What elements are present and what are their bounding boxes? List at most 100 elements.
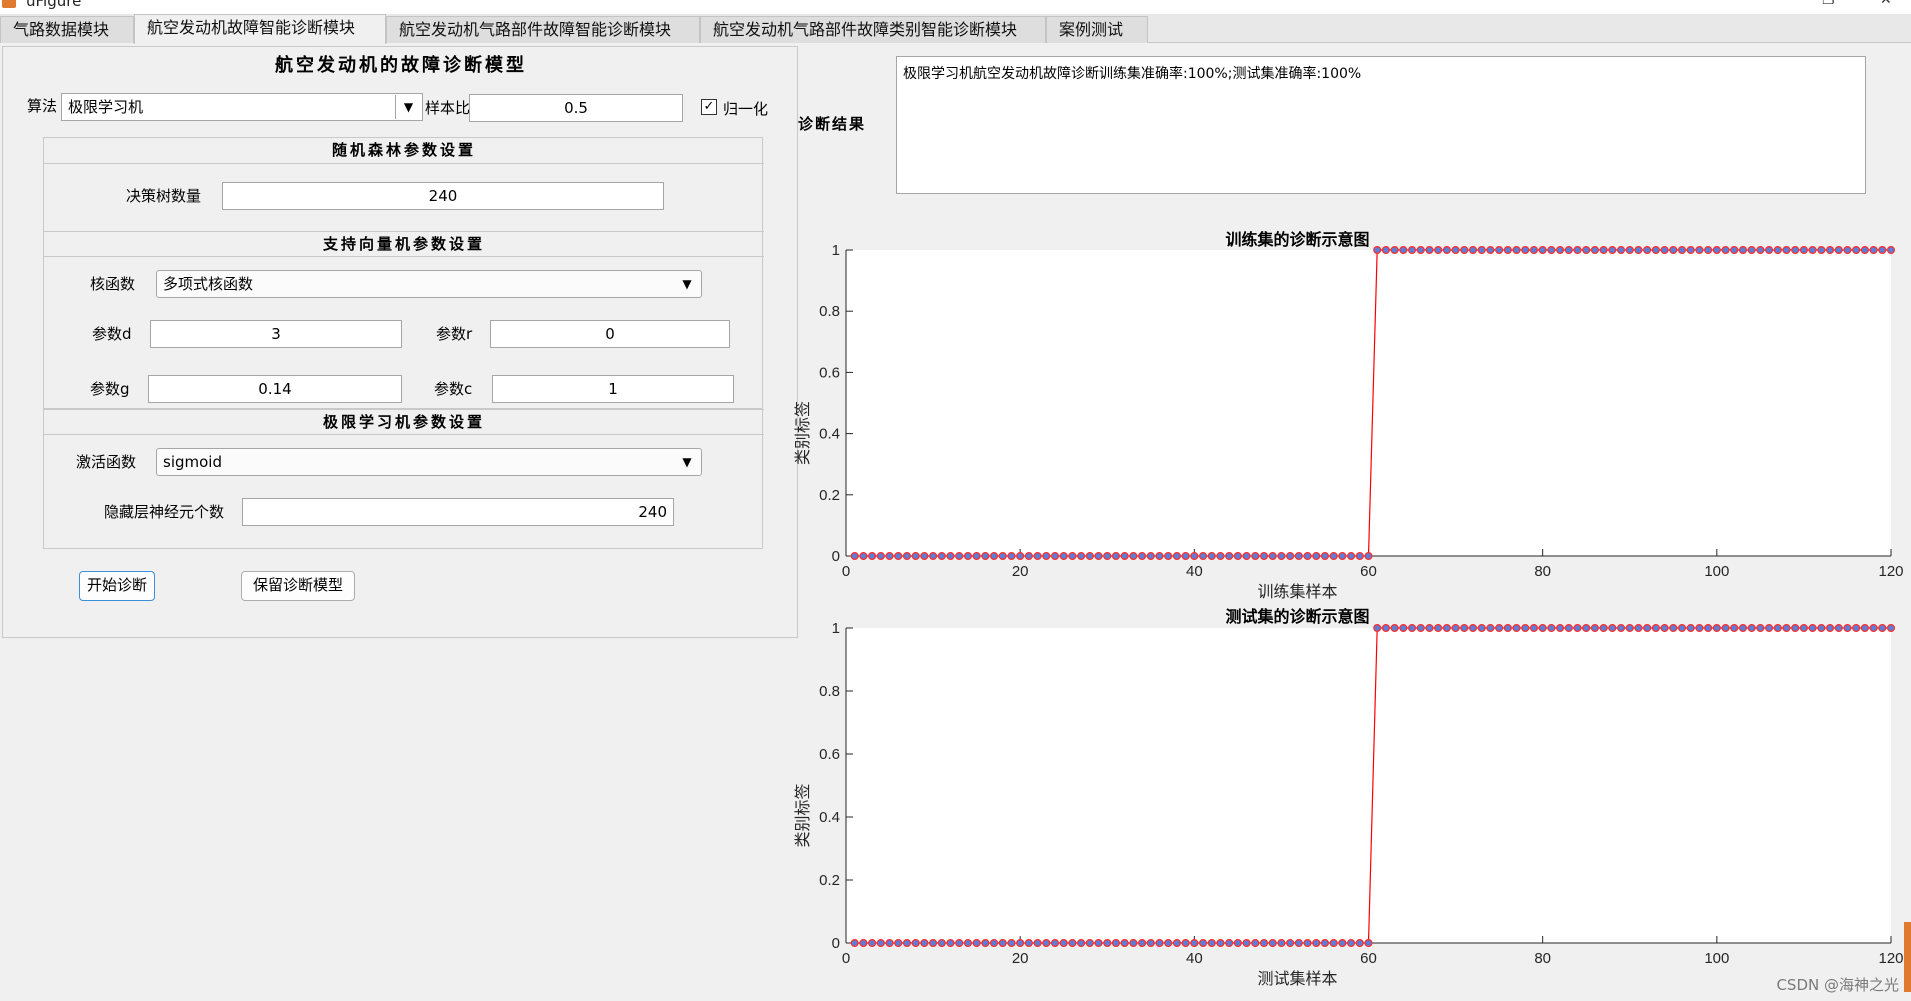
predicted-label-marker bbox=[1199, 551, 1208, 560]
predicted-label-marker bbox=[1416, 623, 1425, 632]
predicted-label-marker bbox=[1651, 623, 1660, 632]
predicted-label-marker bbox=[1730, 623, 1739, 632]
predicted-label-marker bbox=[1721, 246, 1730, 255]
predicted-label-marker bbox=[1129, 551, 1138, 560]
predicted-label-marker bbox=[963, 551, 972, 560]
predicted-label-marker bbox=[1138, 551, 1147, 560]
predicted-label-marker bbox=[1660, 623, 1669, 632]
predicted-label-marker bbox=[1634, 246, 1643, 255]
predicted-label-marker bbox=[1590, 246, 1599, 255]
csdn-watermark: CSDN @海神之光 bbox=[1776, 976, 1899, 994]
predicted-label-marker bbox=[1233, 938, 1242, 947]
predicted-label-marker bbox=[1268, 938, 1277, 947]
predicted-label-marker bbox=[972, 551, 981, 560]
predicted-label-marker bbox=[1303, 551, 1312, 560]
predicted-label-marker bbox=[1111, 551, 1120, 560]
predicted-label-marker bbox=[1808, 246, 1817, 255]
predicted-label-marker bbox=[1007, 938, 1016, 947]
predicted-label-marker bbox=[868, 551, 877, 560]
predicted-label-marker bbox=[1190, 938, 1199, 947]
y-tick-label: 1 bbox=[832, 242, 840, 259]
predicted-label-marker bbox=[868, 938, 877, 947]
predicted-label-marker bbox=[1486, 246, 1495, 255]
predicted-label-marker bbox=[1791, 623, 1800, 632]
predicted-label-marker bbox=[1878, 623, 1887, 632]
predicted-label-marker bbox=[1068, 938, 1077, 947]
x-axis-label: 测试集样本 bbox=[1257, 969, 1337, 988]
predicted-label-marker bbox=[1277, 938, 1286, 947]
predicted-label-marker bbox=[1608, 623, 1617, 632]
predicted-label-marker bbox=[1077, 551, 1086, 560]
predicted-label-marker bbox=[1651, 246, 1660, 255]
predicted-label-marker bbox=[1251, 551, 1260, 560]
predicted-label-marker bbox=[1181, 938, 1190, 947]
predicted-label-marker bbox=[1451, 623, 1460, 632]
predicted-label-marker bbox=[1303, 938, 1312, 947]
predicted-label-marker bbox=[1390, 623, 1399, 632]
predicted-label-marker bbox=[1582, 623, 1591, 632]
predicted-label-marker bbox=[859, 938, 868, 947]
predicted-label-marker bbox=[1738, 623, 1747, 632]
predicted-label-marker bbox=[876, 551, 885, 560]
predicted-label-marker bbox=[1155, 551, 1164, 560]
predicted-label-marker bbox=[1347, 938, 1356, 947]
predicted-label-marker bbox=[1808, 623, 1817, 632]
predicted-label-marker bbox=[1477, 246, 1486, 255]
predicted-label-marker bbox=[1860, 623, 1869, 632]
y-tick-label: 0.4 bbox=[819, 809, 840, 826]
predicted-label-marker bbox=[1172, 938, 1181, 947]
x-tick-label: 20 bbox=[1012, 950, 1029, 967]
predicted-label-marker bbox=[1233, 551, 1242, 560]
predicted-label-marker bbox=[1033, 551, 1042, 560]
predicted-label-marker bbox=[1434, 246, 1443, 255]
predicted-label-marker bbox=[1016, 938, 1025, 947]
predicted-label-marker bbox=[1730, 246, 1739, 255]
x-tick-label: 60 bbox=[1360, 950, 1377, 967]
plot-area bbox=[846, 628, 1891, 943]
predicted-label-marker bbox=[1207, 938, 1216, 947]
predicted-label-marker bbox=[1460, 246, 1469, 255]
predicted-label-marker bbox=[1329, 938, 1338, 947]
predicted-label-marker bbox=[1677, 623, 1686, 632]
predicted-label-marker bbox=[937, 938, 946, 947]
predicted-label-marker bbox=[911, 938, 920, 947]
predicted-label-marker bbox=[1756, 623, 1765, 632]
predicted-label-marker bbox=[1312, 551, 1321, 560]
predicted-label-marker bbox=[1503, 623, 1512, 632]
predicted-label-marker bbox=[1103, 938, 1112, 947]
predicted-label-marker bbox=[1521, 246, 1530, 255]
predicted-label-marker bbox=[955, 938, 964, 947]
predicted-label-marker bbox=[1852, 246, 1861, 255]
x-tick-label: 120 bbox=[1878, 563, 1903, 580]
predicted-label-marker bbox=[1573, 623, 1582, 632]
predicted-label-marker bbox=[1477, 623, 1486, 632]
predicted-label-marker bbox=[1451, 246, 1460, 255]
predicted-label-marker bbox=[972, 938, 981, 947]
predicted-label-marker bbox=[1878, 246, 1887, 255]
x-tick-label: 20 bbox=[1012, 563, 1029, 580]
predicted-label-marker bbox=[1068, 551, 1077, 560]
predicted-label-marker bbox=[1547, 246, 1556, 255]
predicted-label-marker bbox=[885, 938, 894, 947]
predicted-label-marker bbox=[1251, 938, 1260, 947]
predicted-label-marker bbox=[1608, 246, 1617, 255]
predicted-label-marker bbox=[1617, 246, 1626, 255]
predicted-label-marker bbox=[1765, 623, 1774, 632]
predicted-label-marker bbox=[1712, 623, 1721, 632]
predicted-label-marker bbox=[1120, 551, 1129, 560]
predicted-label-marker bbox=[946, 938, 955, 947]
predicted-label-marker bbox=[1773, 623, 1782, 632]
predicted-label-marker bbox=[1512, 246, 1521, 255]
predicted-label-marker bbox=[1416, 246, 1425, 255]
predicted-label-marker bbox=[963, 938, 972, 947]
y-tick-label: 0.8 bbox=[819, 683, 840, 700]
predicted-label-marker bbox=[1050, 551, 1059, 560]
x-tick-label: 0 bbox=[842, 563, 850, 580]
predicted-label-marker bbox=[1164, 938, 1173, 947]
y-tick-label: 0 bbox=[832, 935, 840, 952]
predicted-label-marker bbox=[1843, 623, 1852, 632]
predicted-label-marker bbox=[1721, 623, 1730, 632]
predicted-label-marker bbox=[1834, 246, 1843, 255]
predicted-label-marker bbox=[1085, 551, 1094, 560]
predicted-label-marker bbox=[1538, 246, 1547, 255]
